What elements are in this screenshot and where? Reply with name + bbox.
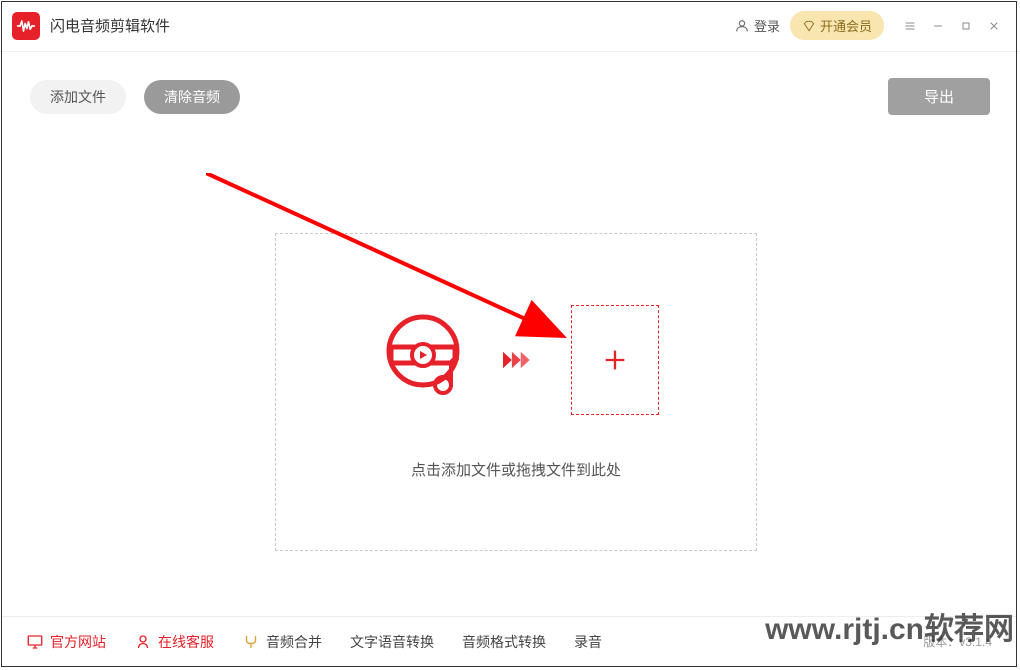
user-icon [734,18,750,34]
toolbar: 添加文件 清除音频 导出 [0,52,1020,137]
merge-icon [242,633,260,651]
maximize-button[interactable] [952,12,980,40]
drop-hint-text: 点击添加文件或拖拽文件到此处 [411,459,621,480]
waveform-icon [16,16,36,36]
plus-box [571,305,659,415]
vip-label: 开通会员 [820,16,872,35]
titlebar: 闪电音频剪辑软件 登录 开通会员 [0,0,1020,52]
login-button[interactable]: 登录 [734,16,780,35]
drop-illustration [373,305,659,415]
minimize-button[interactable] [924,12,952,40]
close-button[interactable] [980,12,1008,40]
arrows-icon [503,345,541,375]
record-link[interactable]: 录音 [574,632,602,652]
audio-merge-label: 音频合并 [266,632,322,652]
clear-audio-button[interactable]: 清除音频 [144,80,240,114]
watermark: www.rjtj.cn软荐网 [765,604,1014,648]
tts-link[interactable]: 文字语音转换 [350,632,434,652]
main-area: 点击添加文件或拖拽文件到此处 [0,137,1020,627]
format-convert-link[interactable]: 音频格式转换 [462,632,546,652]
audio-merge-link[interactable]: 音频合并 [242,632,322,652]
add-file-button[interactable]: 添加文件 [30,80,126,114]
media-disc-icon [373,307,473,412]
menu-button[interactable] [896,12,924,40]
headset-icon [134,633,152,651]
format-convert-label: 音频格式转换 [462,632,546,652]
online-service-label: 在线客服 [158,632,214,652]
minimize-icon [932,20,944,32]
app-logo [12,12,40,40]
monitor-icon [26,633,44,651]
official-site-label: 官方网站 [50,632,106,652]
drop-zone[interactable]: 点击添加文件或拖拽文件到此处 [275,233,757,551]
export-button[interactable]: 导出 [888,78,990,115]
tts-label: 文字语音转换 [350,632,434,652]
diamond-icon [802,19,816,33]
app-title: 闪电音频剪辑软件 [50,15,170,36]
online-service-link[interactable]: 在线客服 [134,632,214,652]
plus-icon [601,346,629,374]
official-site-link[interactable]: 官方网站 [26,632,106,652]
menu-icon [904,20,916,32]
close-icon [988,20,1000,32]
vip-button[interactable]: 开通会员 [790,11,884,40]
login-label: 登录 [754,16,780,35]
record-label: 录音 [574,632,602,652]
maximize-icon [960,20,972,32]
